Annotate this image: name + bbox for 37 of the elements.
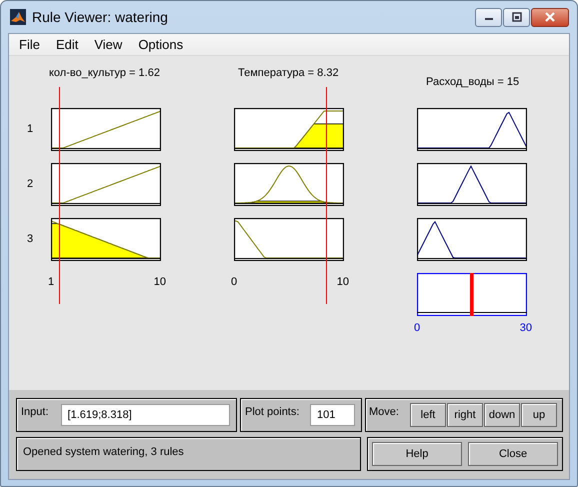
close-button[interactable]	[531, 8, 569, 26]
field-label: Plot points:	[245, 405, 300, 420]
minimize-button[interactable]	[475, 8, 502, 26]
input-marker-line[interactable]	[326, 87, 327, 304]
app-logo-icon	[10, 9, 26, 25]
variable-header: кол-во_культур = 1.62	[49, 66, 161, 81]
maximize-icon	[510, 12, 522, 22]
maximize-button[interactable]	[503, 8, 530, 26]
rule-number: 2	[26, 177, 34, 192]
move-button[interactable]: left	[410, 403, 446, 427]
input-field[interactable]: [1.619;8.318]	[60, 404, 230, 426]
menu-item[interactable]: File	[11, 34, 48, 54]
menu-item[interactable]: View	[86, 34, 130, 54]
dialog-button[interactable]: Help	[372, 442, 462, 466]
move-button[interactable]: down	[484, 403, 520, 427]
axis-tick-label: 1	[48, 277, 54, 288]
input-marker-line[interactable]	[58, 87, 60, 304]
move-button[interactable]: right	[447, 403, 483, 427]
rule-number: 1	[26, 122, 34, 138]
axis-tick-label: 0	[231, 277, 238, 288]
field-label: Input:	[21, 405, 49, 420]
dialog-button[interactable]: Close	[468, 442, 558, 466]
move-button[interactable]: up	[521, 403, 557, 427]
axis-tick-label: 10	[154, 277, 166, 288]
status-message: Opened system watering, 3 rules	[23, 445, 184, 460]
axis-tick-label: 0	[414, 323, 420, 334]
close-icon	[544, 12, 556, 22]
menu-item[interactable]: Options	[130, 34, 192, 54]
window-title: Rule Viewer: watering	[32, 8, 169, 27]
plot-points-field[interactable]: 101	[310, 404, 355, 426]
field-label: Move:	[369, 405, 399, 420]
variable-header: Расход_воды = 15	[425, 74, 520, 90]
variable-header: Температура = 8.32	[238, 66, 340, 81]
rule-number: 3	[26, 232, 34, 248]
axis-tick-label: 10	[336, 277, 349, 288]
axis-tick-label: 30	[520, 323, 532, 334]
menu-item[interactable]: Edit	[48, 34, 86, 54]
